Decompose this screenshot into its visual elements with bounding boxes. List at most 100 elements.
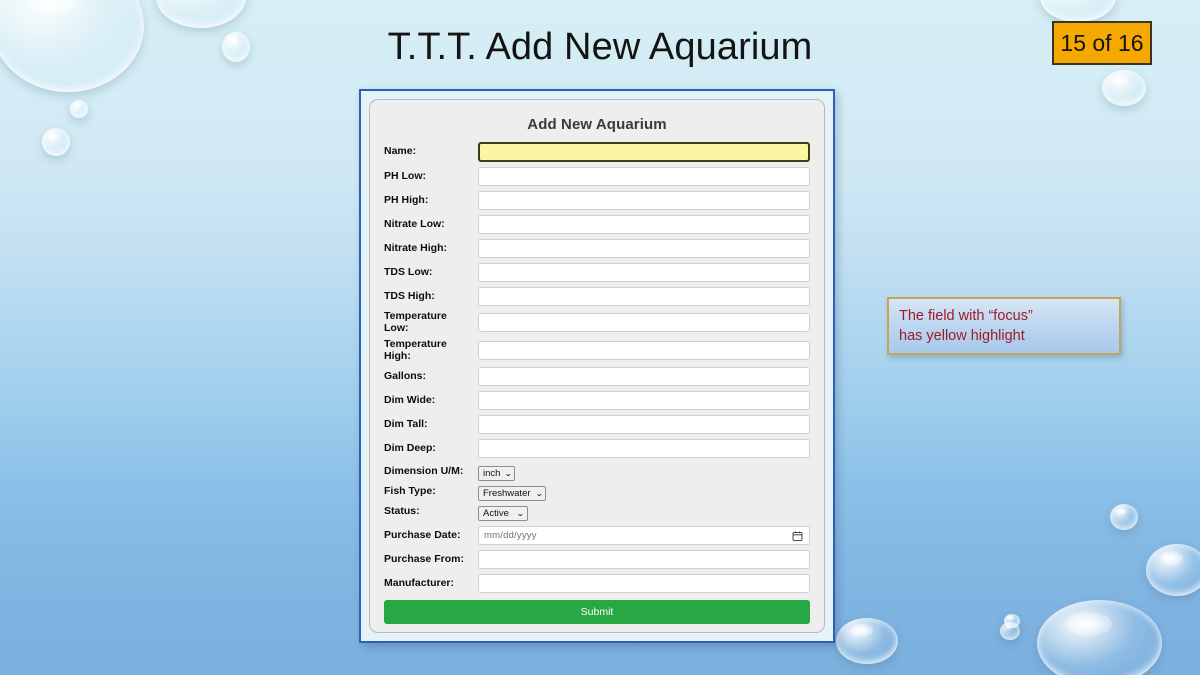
bubble-6 [1040,0,1116,22]
select-value-dimension-u-m: inch [483,468,501,479]
field-row-name: Name: [384,142,810,162]
field-control-status: Active ⌄ [478,503,810,521]
field-label-purchase-date: Purchase Date: [384,528,461,541]
field-control-temperature-high [478,341,810,360]
field-row-dim-deep: Dim Deep: [384,439,810,458]
field-control-purchase-date: mm/dd/yyyy [478,526,810,545]
input-dim-deep[interactable] [478,439,810,458]
slide-canvas: T.T.T. Add New Aquarium 15 of 16 Add New… [0,0,1200,675]
field-control-manufacturer [478,574,810,593]
form-fields-container: Name: PH Low: PH High: Nitrate Low: Nitrate … [384,142,810,458]
field-control-dim-deep [478,439,810,458]
submit-button[interactable]: Submit [384,600,810,624]
bubble-2 [156,0,246,28]
input-tds-high[interactable] [478,287,810,306]
field-row-dim-wide: Dim Wide: [384,391,810,410]
field-row-temperature-high: Temperature High: [384,338,810,362]
field-label-gallons: Gallons: [384,369,427,382]
input-temperature-high[interactable] [478,341,810,360]
field-row-tds-low: TDS Low: [384,263,810,282]
field-control-nitrate-high [478,239,810,258]
form-selects-container: Dimension U/M: inch ⌄ Fish Type: Freshwater ⌄… [384,463,810,521]
bubble-7 [1102,70,1146,106]
field-row-ph-low: PH Low: [384,167,810,186]
field-control-ph-low [478,167,810,186]
add-aquarium-form: Add New Aquarium Name: PH Low: PH High: Nit… [369,99,825,633]
input-tds-low[interactable] [478,263,810,282]
field-row-ph-high: PH High: [384,191,810,210]
input-dim-wide[interactable] [478,391,810,410]
field-row-gallons: Gallons: [384,367,810,386]
form-tail-fields-container: Purchase From: Manufacturer: [384,550,810,593]
field-label-tds-low: TDS Low: [384,265,433,278]
select-status[interactable]: Active ⌄ [478,506,528,521]
select-fish-type[interactable]: Freshwater ⌄ [478,486,546,501]
annotation-callout: The field with “focus” has yellow highli… [887,297,1121,355]
field-label-dim-deep: Dim Deep: [384,441,436,454]
field-row-tds-high: TDS High: [384,287,810,306]
field-label-temperature-high: Temperature High: [384,338,447,362]
field-row-temperature-low: Temperature Low: [384,310,810,334]
field-label-dim-tall: Dim Tall: [384,417,428,430]
field-label-fish-type: Fish Type: [384,485,436,498]
field-row-nitrate-low: Nitrate Low: [384,215,810,234]
field-label-temperature-low: Temperature Low: [384,310,447,334]
input-nitrate-high[interactable] [478,239,810,258]
field-row-purchase-date: Purchase Date: mm/dd/yyyy [384,526,810,545]
chevron-down-icon: ⌄ [504,469,513,478]
field-row-dim-tall: Dim Tall: [384,415,810,434]
input-ph-high[interactable] [478,191,810,210]
input-name[interactable] [478,142,810,162]
annotation-callout-line-1: The field with “focus” [899,308,1033,324]
field-row-fish-type: Fish Type: Freshwater ⌄ [384,483,810,501]
chevron-down-icon: ⌄ [534,489,544,498]
field-control-temperature-low [478,313,810,332]
field-row-nitrate-high: Nitrate High: [384,239,810,258]
slide-counter-label: 15 of 16 [1060,29,1144,56]
field-label-dimension-u-m: Dimension U/M: [384,465,464,478]
field-control-tds-low [478,263,810,282]
field-control-dimension-u-m: inch ⌄ [478,463,810,481]
bubble-13 [836,618,898,664]
input-nitrate-low[interactable] [478,215,810,234]
field-control-dim-tall [478,415,810,434]
purchase-date-input[interactable]: mm/dd/yyyy [478,526,810,545]
field-label-dim-wide: Dim Wide: [384,393,436,406]
select-value-status: Active [483,508,509,519]
field-row-manufacturer: Manufacturer: [384,574,810,593]
field-row-purchase-from: Purchase From: [384,550,810,569]
bubble-10 [1000,622,1020,640]
input-dim-tall[interactable] [478,415,810,434]
input-temperature-low[interactable] [478,313,810,332]
field-label-ph-high: PH High: [384,193,429,206]
input-gallons[interactable] [478,367,810,386]
form-screenshot-frame: Add New Aquarium Name: PH Low: PH High: Nit… [359,89,835,643]
page-title: T.T.T. Add New Aquarium [387,26,813,68]
field-label-nitrate-high: Nitrate High: [384,241,447,254]
calendar-icon[interactable] [792,530,803,541]
field-label-manufacturer: Manufacturer: [384,576,455,589]
bubble-8 [1110,504,1138,530]
field-control-ph-high [478,191,810,210]
field-control-purchase-from [478,550,810,569]
field-label-tds-high: TDS High: [384,289,435,302]
select-dimension-u-m[interactable]: inch ⌄ [478,466,515,481]
select-value-fish-type: Freshwater [483,488,531,499]
annotation-callout-line-2: has yellow highlight [899,328,1025,344]
chevron-down-icon: ⌄ [516,509,525,518]
bubble-5 [42,128,70,156]
input-ph-low[interactable] [478,167,810,186]
purchase-date-placeholder: mm/dd/yyyy [484,530,537,541]
form-heading: Add New Aquarium [527,116,667,133]
field-row-status: Status: Active ⌄ [384,503,810,521]
field-label-nitrate-low: Nitrate Low: [384,217,445,230]
field-control-gallons [478,367,810,386]
field-label-name: Name: [384,145,417,158]
field-label-purchase-from: Purchase From: [384,552,464,565]
input-purchase-from[interactable] [478,550,810,569]
field-label-status: Status: [384,505,420,518]
input-manufacturer[interactable] [478,574,810,593]
field-control-fish-type: Freshwater ⌄ [478,483,810,501]
bubble-9 [1146,544,1200,596]
bubble-11 [1004,614,1020,628]
